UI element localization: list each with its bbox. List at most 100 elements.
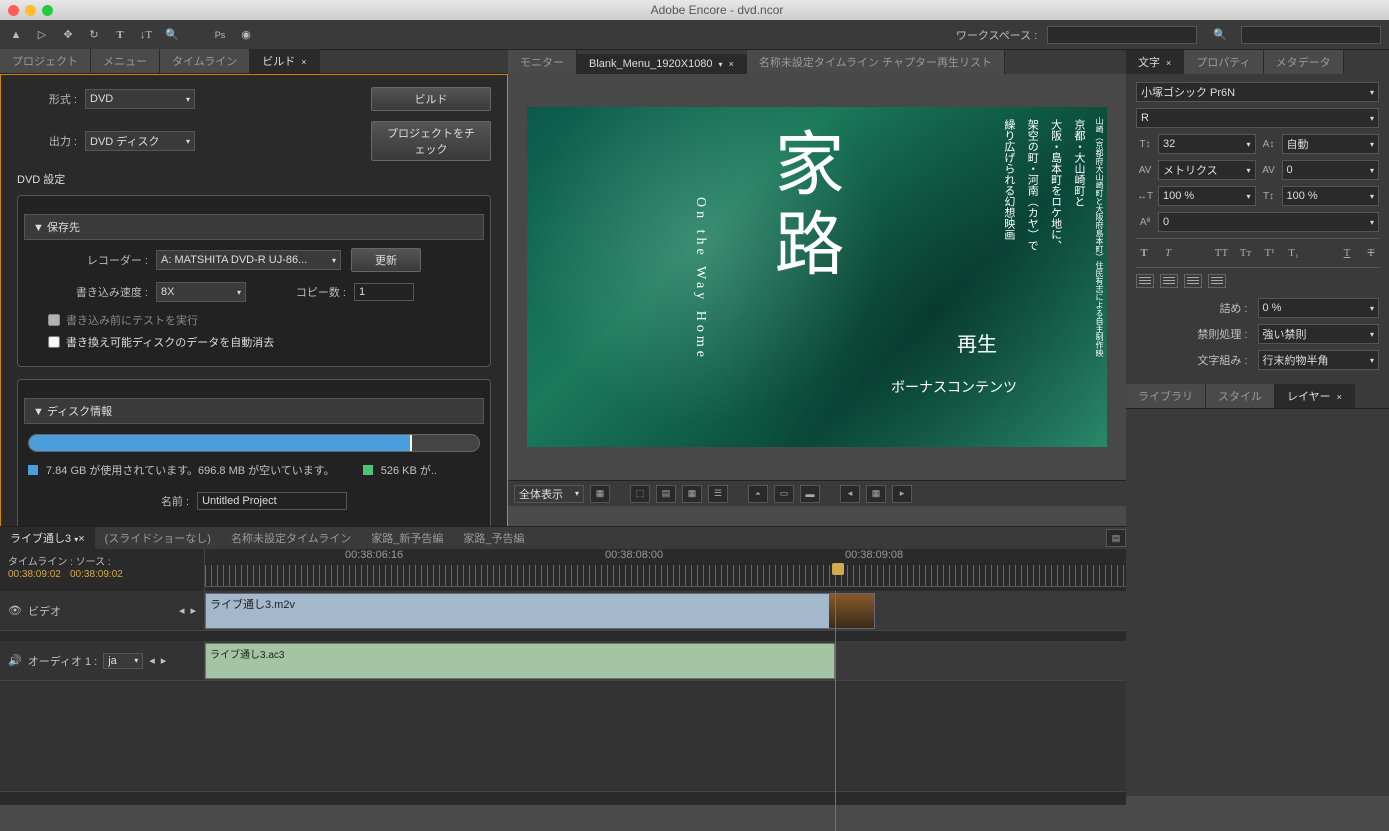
search-input[interactable] xyxy=(1241,26,1381,44)
project-name-input[interactable] xyxy=(197,492,347,510)
kerning-select[interactable]: メトリクス xyxy=(1158,160,1256,180)
menu-canvas[interactable]: 家路 On the Way Home 京都・大山崎町と大阪・島本町をロケ地に、架… xyxy=(527,107,1107,447)
refresh-button[interactable]: 更新 xyxy=(351,248,421,272)
strikethrough-button[interactable]: T xyxy=(1363,245,1379,261)
font-style-select[interactable]: R xyxy=(1136,108,1379,128)
workspace-select[interactable] xyxy=(1047,26,1197,44)
close-icon[interactable]: × xyxy=(78,533,84,545)
zoom-window-icon[interactable] xyxy=(42,5,53,16)
nav-mode4-icon[interactable]: ☰ xyxy=(708,485,728,503)
move-tool-icon[interactable]: ✥ xyxy=(60,27,76,43)
hscale-input[interactable]: 100 % xyxy=(1158,186,1256,206)
output-select[interactable]: DVD ディスク xyxy=(85,131,195,151)
tsume-select[interactable]: 0 % xyxy=(1258,298,1380,318)
panel-menu-icon[interactable]: ▤ xyxy=(1106,529,1126,547)
vertical-text-tool-icon[interactable]: ↓T xyxy=(138,27,154,43)
next-icon[interactable]: ▸ xyxy=(892,485,912,503)
tab-project[interactable]: プロジェクト xyxy=(0,49,91,73)
mojikumi-select[interactable]: 行末約物半角 xyxy=(1258,350,1380,370)
build-button[interactable]: ビルド xyxy=(371,87,491,111)
close-icon[interactable]: × xyxy=(1337,392,1342,402)
menu-bonus-button[interactable]: ボーナスコンテンツ xyxy=(891,377,1017,397)
speaker-icon[interactable]: 🔊 xyxy=(8,654,22,667)
grid-icon[interactable]: ▦ xyxy=(866,485,886,503)
track-next-icon[interactable]: ▸ xyxy=(190,604,196,617)
menu-play-button[interactable]: 再生 xyxy=(957,328,997,357)
highlight1-icon[interactable]: ◓ xyxy=(748,485,768,503)
dropdown-icon[interactable]: ▾ xyxy=(719,60,723,69)
preview-icon[interactable]: ◉ xyxy=(238,27,254,43)
close-icon[interactable]: × xyxy=(729,59,734,69)
font-family-select[interactable]: 小塚ゴシック Pr6N xyxy=(1136,82,1379,102)
disk-info-header[interactable]: ▼ ディスク情報 xyxy=(24,398,484,424)
minimize-window-icon[interactable] xyxy=(25,5,36,16)
playhead-icon[interactable] xyxy=(832,563,844,575)
selection-tool-icon[interactable]: ▲ xyxy=(8,27,24,43)
video-clip[interactable]: ライブ通し3.m2v xyxy=(205,593,875,629)
tab-character[interactable]: 文字× xyxy=(1126,50,1184,74)
leading-select[interactable]: 自動 xyxy=(1282,134,1380,154)
nav-mode1-icon[interactable]: ⬚ xyxy=(630,485,650,503)
format-select[interactable]: DVD xyxy=(85,89,195,109)
superscript-button[interactable]: T¹ xyxy=(1262,245,1278,261)
highlight2-icon[interactable]: ▭ xyxy=(774,485,794,503)
text-tool-icon[interactable]: T xyxy=(112,27,128,43)
nav-mode3-icon[interactable]: ▦ xyxy=(682,485,702,503)
timecode-source[interactable]: 00:38:09:02 xyxy=(70,569,123,580)
playhead-line[interactable] xyxy=(835,641,836,801)
allcaps-button[interactable]: TT xyxy=(1214,245,1230,261)
underline-button[interactable]: T xyxy=(1339,245,1355,261)
track-prev-icon[interactable]: ◂ xyxy=(149,654,155,667)
nav-mode2-icon[interactable]: ▤ xyxy=(656,485,676,503)
timeline-ruler[interactable]: 00:38:06:16 00:38:08:00 00:38:09:08 xyxy=(205,549,1126,591)
destination-header[interactable]: ▼ 保存先 xyxy=(24,214,484,240)
zoom-tool-icon[interactable]: 🔍 xyxy=(164,27,180,43)
timeline-tab-untitled[interactable]: 名称未設定タイムライン xyxy=(221,527,361,549)
bold-button[interactable]: T xyxy=(1136,245,1152,261)
font-size-select[interactable]: 32 xyxy=(1158,134,1256,154)
check-project-button[interactable]: プロジェクトをチェック xyxy=(371,121,491,161)
tab-metadata[interactable]: メタデータ xyxy=(1264,50,1344,74)
direct-select-icon[interactable]: ▷ xyxy=(34,27,50,43)
timeline-tab-slideshow[interactable]: (スライドショーなし) xyxy=(95,527,221,549)
highlight3-icon[interactable]: ▬ xyxy=(800,485,820,503)
copies-input[interactable] xyxy=(354,283,414,301)
tab-style[interactable]: スタイル xyxy=(1206,384,1275,408)
edit-photoshop-icon[interactable]: Ps xyxy=(212,27,228,43)
timecode-current[interactable]: 00:38:09:02 xyxy=(8,569,61,580)
audio-language-select[interactable]: ja xyxy=(103,653,143,669)
kinsoku-select[interactable]: 強い禁則 xyxy=(1258,324,1380,344)
rotate-tool-icon[interactable]: ↻ xyxy=(86,27,102,43)
tab-monitor[interactable]: モニター xyxy=(508,50,577,74)
subscript-button[interactable]: T₁ xyxy=(1286,245,1302,261)
italic-button[interactable]: T xyxy=(1160,245,1176,261)
timeline-tab-trailer-new[interactable]: 家路_新予告編 xyxy=(361,527,453,549)
timeline-tab-active[interactable]: ライブ通し3 ▾× xyxy=(0,527,95,549)
close-icon[interactable]: × xyxy=(1166,58,1171,68)
vscale-input[interactable]: 100 % xyxy=(1282,186,1380,206)
safe-area-icon[interactable]: ▦ xyxy=(590,485,610,503)
prev-icon[interactable]: ◂ xyxy=(840,485,860,503)
align-left-button[interactable] xyxy=(1136,274,1154,288)
tab-playlist[interactable]: 名称未設定タイムライン チャプター再生リスト xyxy=(747,50,1005,74)
tracking-select[interactable]: 0 xyxy=(1282,160,1380,180)
tab-timeline[interactable]: タイムライン xyxy=(160,49,250,73)
align-right-button[interactable] xyxy=(1184,274,1202,288)
close-icon[interactable]: × xyxy=(301,57,306,67)
auto-erase-checkbox[interactable] xyxy=(48,336,60,348)
tab-properties[interactable]: プロパティ xyxy=(1184,50,1263,74)
tab-library[interactable]: ライブラリ xyxy=(1126,384,1206,408)
write-speed-select[interactable]: 8X xyxy=(156,282,246,302)
smallcaps-button[interactable]: Tᴛ xyxy=(1238,245,1254,261)
eye-icon[interactable]: 👁 xyxy=(8,604,22,617)
close-window-icon[interactable] xyxy=(8,5,19,16)
zoom-select[interactable]: 全体表示 xyxy=(514,485,584,503)
align-justify-button[interactable] xyxy=(1208,274,1226,288)
tab-layer[interactable]: レイヤー× xyxy=(1275,384,1355,408)
timeline-scrollbar[interactable] xyxy=(0,791,1126,805)
track-prev-icon[interactable]: ◂ xyxy=(179,604,185,617)
audio-clip[interactable]: ライブ通し3.ac3 xyxy=(205,643,835,679)
tab-menu-doc[interactable]: Blank_Menu_1920X1080▾× xyxy=(577,54,747,74)
align-center-button[interactable] xyxy=(1160,274,1178,288)
timeline-tab-trailer[interactable]: 家路_予告編 xyxy=(453,527,534,549)
